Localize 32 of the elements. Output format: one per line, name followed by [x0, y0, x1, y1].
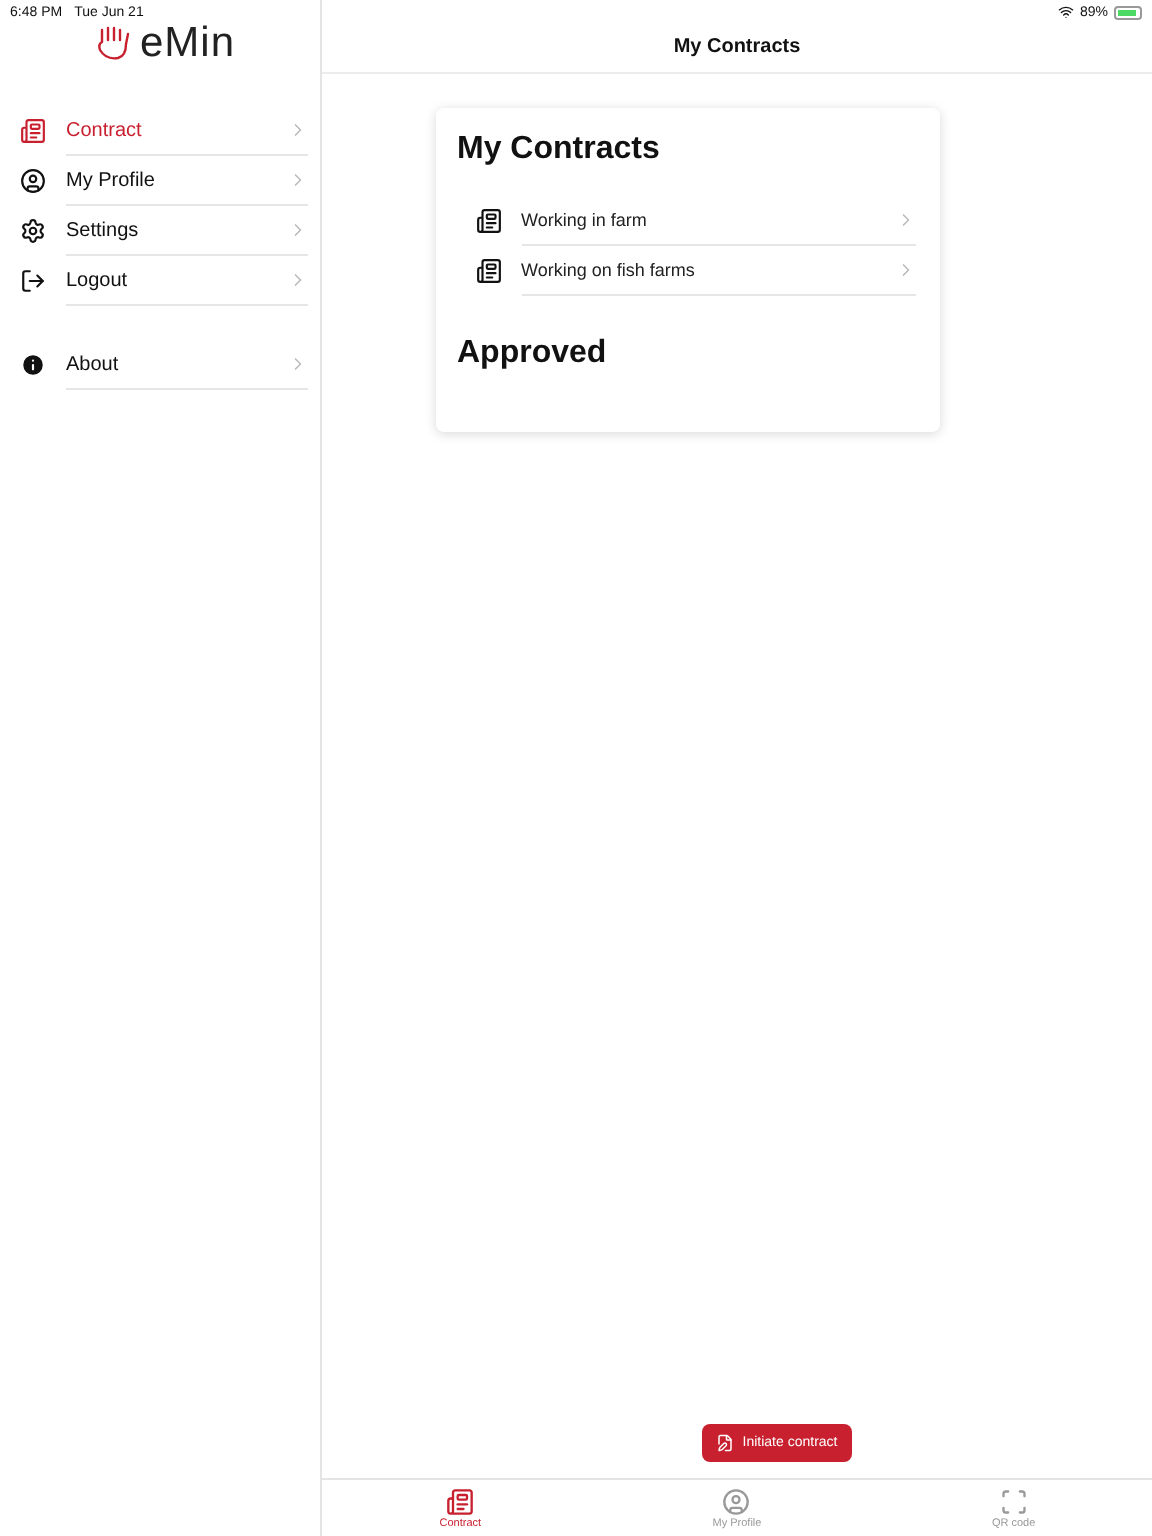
sidebar-item[interactable]: Settings — [0, 206, 320, 256]
contract-row[interactable]: Working in farm — [457, 196, 915, 246]
page-title: My Contracts — [673, 36, 801, 58]
profile-icon — [722, 1487, 751, 1515]
contract-name: Working in farm — [521, 210, 649, 230]
edit-document-icon — [716, 1434, 735, 1452]
contract-row[interactable]: Working on fish farms — [457, 246, 915, 296]
sidebar-item[interactable]: Contract — [0, 106, 320, 156]
card-title: My Contracts — [457, 132, 662, 168]
menu-label: Settings — [66, 219, 141, 241]
wifi-icon — [1057, 4, 1074, 20]
hand-icon — [94, 26, 134, 62]
logout-icon — [20, 268, 46, 294]
sidebar-item[interactable]: Logout — [0, 256, 320, 306]
section-title: Approved — [457, 336, 609, 372]
contract-icon — [446, 1487, 475, 1515]
profile-icon — [20, 168, 46, 194]
sidebar-item[interactable]: About — [0, 340, 320, 390]
menu-label: About — [66, 353, 121, 375]
menu-label: Contract — [66, 119, 144, 141]
contract-icon — [20, 118, 46, 144]
battery-icon — [1114, 5, 1142, 19]
document-icon — [475, 208, 501, 234]
about-icon — [20, 352, 46, 378]
menu-label: Logout — [66, 269, 130, 291]
logo-text: eMin — [140, 20, 236, 68]
sidebar-item[interactable]: My Profile — [0, 156, 320, 206]
settings-icon — [20, 218, 46, 244]
document-icon — [475, 258, 501, 284]
menu-label: My Profile — [66, 169, 157, 191]
contract-name: Working on fish farms — [521, 260, 697, 280]
qr-icon — [999, 1487, 1028, 1515]
